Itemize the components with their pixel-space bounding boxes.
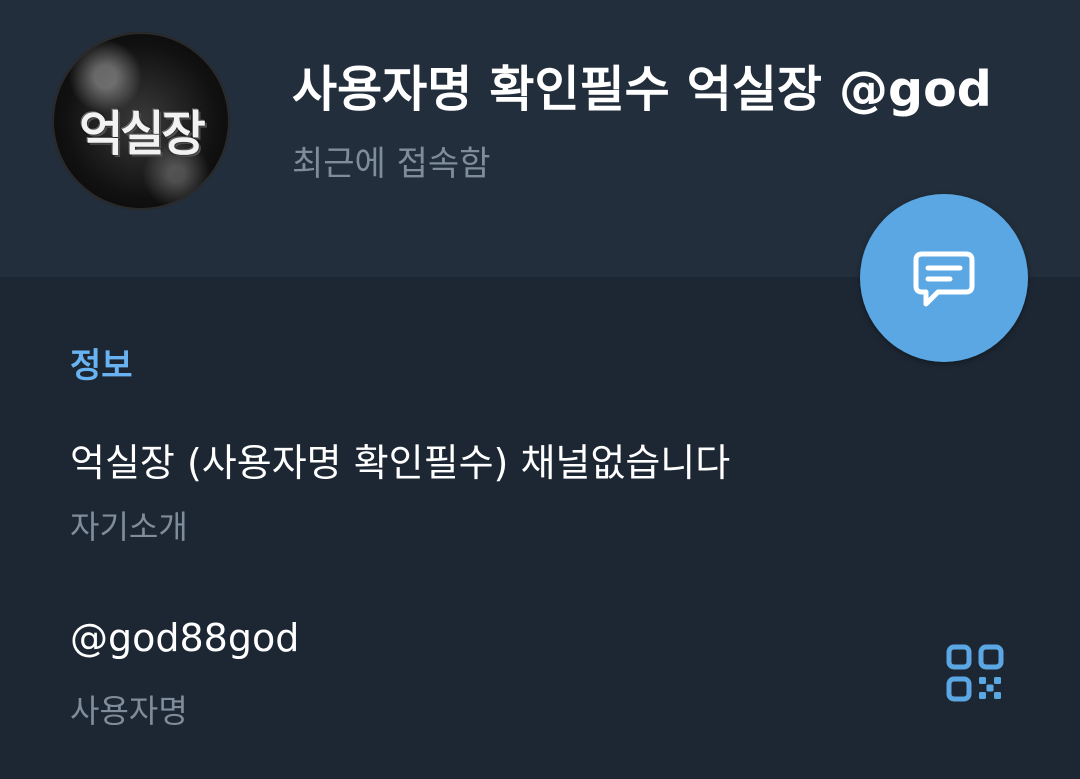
last-seen-status: 최근에 접속함 <box>292 144 491 184</box>
send-message-button[interactable] <box>860 194 1028 362</box>
bio-value[interactable]: 억실장 (사용자명 확인필수) 채널없습니다 <box>70 432 730 487</box>
avatar-text: 억실장 <box>79 106 205 162</box>
qr-code-button[interactable] <box>946 644 1004 702</box>
profile-title: 사용자명 확인필수 억실장 @god <box>292 61 992 118</box>
bio-label: 자기소개 <box>70 508 188 546</box>
message-icon <box>913 251 975 307</box>
avatar[interactable]: 억실장 <box>52 32 230 210</box>
info-section-title: 정보 <box>70 346 133 386</box>
qr-code-icon <box>946 644 1004 702</box>
username-label: 사용자명 <box>70 692 188 730</box>
username-value[interactable]: @god88god <box>70 616 299 660</box>
